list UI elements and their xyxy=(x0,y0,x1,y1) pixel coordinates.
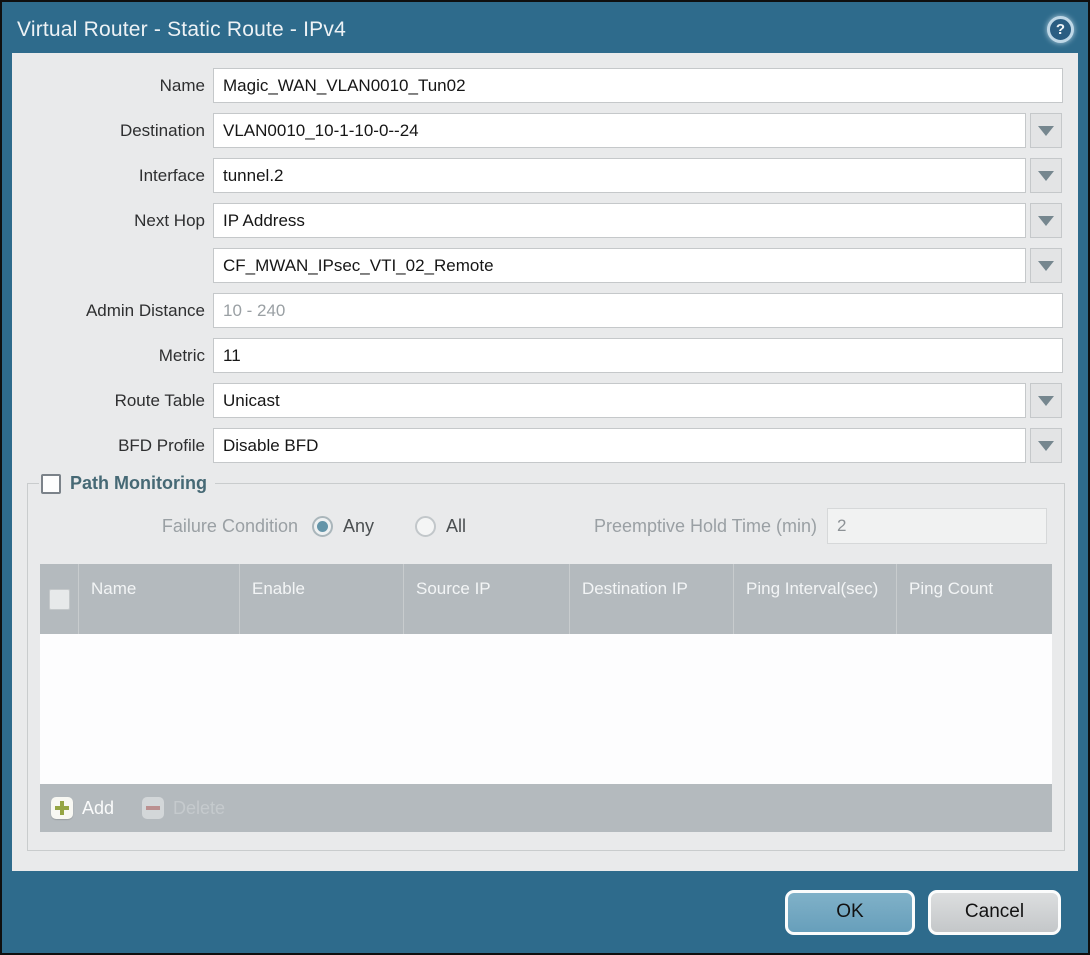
dialog-titlebar: Virtual Router - Static Route - IPv4 ? xyxy=(2,2,1088,53)
chevron-down-icon xyxy=(1038,396,1054,406)
destination-input[interactable] xyxy=(213,113,1026,148)
path-monitoring-table: NameEnableSource IPDestination IPPing In… xyxy=(40,564,1052,832)
bfd-profile-row: BFD Profile xyxy=(12,428,1078,463)
help-icon[interactable]: ? xyxy=(1047,16,1074,43)
delete-button-label: Delete xyxy=(173,798,225,819)
admin-distance-input[interactable] xyxy=(213,293,1063,328)
route-table-input[interactable] xyxy=(213,383,1026,418)
bfd-profile-input[interactable] xyxy=(213,428,1026,463)
interface-row: Interface xyxy=(12,158,1078,193)
column-header-destination-ip: Destination IP xyxy=(570,564,734,634)
preemptive-hold-time-input xyxy=(827,508,1047,544)
name-label: Name xyxy=(12,76,205,96)
destination-dropdown-button[interactable] xyxy=(1030,113,1062,148)
path-monitoring-section: Path Monitoring Failure Condition Any Al… xyxy=(27,473,1065,851)
dialog-footer: OK Cancel xyxy=(2,871,1088,953)
bfd-profile-label: BFD Profile xyxy=(12,436,205,456)
chevron-down-icon xyxy=(1038,216,1054,226)
path-table-header-row: NameEnableSource IPDestination IPPing In… xyxy=(40,564,1052,634)
path-table-toolbar: Add Delete xyxy=(40,784,1052,832)
failure-condition-option-all: All xyxy=(415,516,466,537)
select-all-checkbox xyxy=(49,589,70,610)
radio-any xyxy=(312,516,333,537)
interface-dropdown-button[interactable] xyxy=(1030,158,1062,193)
next-hop-row: Next Hop xyxy=(12,203,1078,238)
destination-label: Destination xyxy=(12,121,205,141)
delete-button: Delete xyxy=(142,797,225,819)
failure-condition-option-any: Any xyxy=(312,516,374,537)
bfd-profile-dropdown-button[interactable] xyxy=(1030,428,1062,463)
destination-row: Destination xyxy=(12,113,1078,148)
path-monitoring-checkbox[interactable] xyxy=(41,474,61,494)
ok-button[interactable]: OK xyxy=(785,890,915,935)
radio-all-label: All xyxy=(446,516,466,537)
chevron-down-icon xyxy=(1038,171,1054,181)
add-button[interactable]: Add xyxy=(51,797,114,819)
table-select-all-cell xyxy=(40,564,79,634)
interface-label: Interface xyxy=(12,166,205,186)
column-header-ping-interval-sec-: Ping Interval(sec) xyxy=(734,564,897,634)
column-header-enable: Enable xyxy=(240,564,404,634)
metric-label: Metric xyxy=(12,346,205,366)
minus-icon xyxy=(142,797,164,819)
plus-icon xyxy=(51,797,73,819)
failure-condition-label: Failure Condition xyxy=(34,516,298,537)
path-monitoring-title: Path Monitoring xyxy=(70,473,207,494)
route-table-row: Route Table xyxy=(12,383,1078,418)
metric-row: Metric xyxy=(12,338,1078,373)
chevron-down-icon xyxy=(1038,441,1054,451)
admin-distance-label: Admin Distance xyxy=(12,301,205,321)
dialog-content: Name Destination Interface Next Hop xyxy=(12,53,1078,871)
path-monitoring-legend: Path Monitoring xyxy=(39,473,215,494)
column-header-source-ip: Source IP xyxy=(404,564,570,634)
next-hop-type-input[interactable] xyxy=(213,203,1026,238)
path-table-body xyxy=(40,634,1052,784)
route-table-label: Route Table xyxy=(12,391,205,411)
column-header-name: Name xyxy=(79,564,240,634)
preemptive-hold-time-label: Preemptive Hold Time (min) xyxy=(594,516,817,537)
next-hop-address-input[interactable] xyxy=(213,248,1026,283)
add-button-label: Add xyxy=(82,798,114,819)
radio-all xyxy=(415,516,436,537)
next-hop-address-row xyxy=(12,248,1078,283)
cancel-button[interactable]: Cancel xyxy=(928,890,1061,935)
static-route-dialog: Virtual Router - Static Route - IPv4 ? N… xyxy=(0,0,1090,955)
next-hop-label: Next Hop xyxy=(12,211,205,231)
metric-input[interactable] xyxy=(213,338,1063,373)
radio-any-label: Any xyxy=(343,516,374,537)
interface-input[interactable] xyxy=(213,158,1026,193)
column-header-ping-count: Ping Count xyxy=(897,564,1052,634)
dialog-title: Virtual Router - Static Route - IPv4 xyxy=(17,18,346,42)
failure-condition-row: Failure Condition Any All Preemptive Hol… xyxy=(34,508,1058,544)
next-hop-type-dropdown-button[interactable] xyxy=(1030,203,1062,238)
name-row: Name xyxy=(12,68,1078,103)
admin-distance-row: Admin Distance xyxy=(12,293,1078,328)
chevron-down-icon xyxy=(1038,261,1054,271)
name-input[interactable] xyxy=(213,68,1063,103)
route-table-dropdown-button[interactable] xyxy=(1030,383,1062,418)
next-hop-address-dropdown-button[interactable] xyxy=(1030,248,1062,283)
chevron-down-icon xyxy=(1038,126,1054,136)
